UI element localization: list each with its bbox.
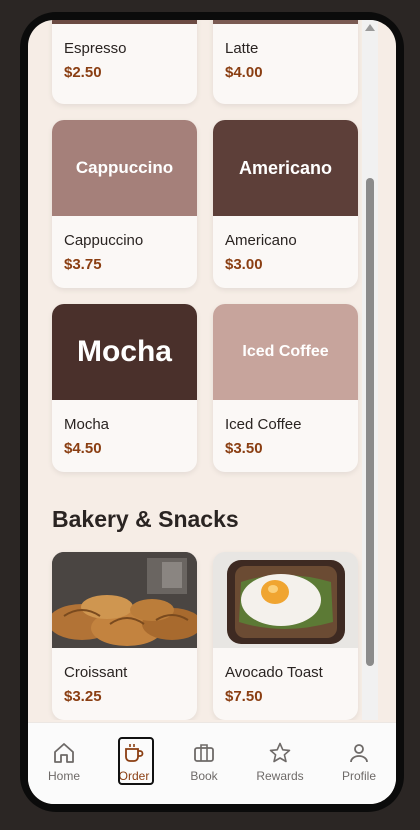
bottom-tab-bar: Home Order Book Rewards Profile (28, 722, 396, 804)
tab-label: Home (47, 769, 80, 783)
briefcase-icon (194, 744, 214, 762)
item-name: Espresso (64, 40, 127, 57)
thumbnail-label: Mocha (76, 335, 172, 368)
item-price: $3.50 (225, 440, 263, 457)
active-tab-focus-outline (118, 737, 154, 785)
menu-card-iced-coffee[interactable]: Iced Coffee Iced Coffee $3.50 (213, 304, 358, 472)
tab-label: Rewards (256, 769, 304, 783)
item-price: $3.00 (225, 256, 263, 273)
menu-card-mocha[interactable]: Mocha Mocha $4.50 (52, 304, 197, 472)
app-screen: Espresso $2.50 Latte $4.00 Cappuccino Ca… (28, 20, 396, 804)
item-price: $4.00 (225, 64, 263, 81)
menu-card-espresso[interactable]: Espresso $2.50 (52, 20, 197, 104)
mocha-thumbnail: Mocha (52, 304, 197, 400)
item-name: Croissant (64, 664, 128, 681)
menu-card-avocado-toast[interactable]: Avocado Toast $7.50 (213, 552, 358, 720)
tab-book[interactable]: Book (176, 739, 232, 791)
tab-label: Profile (341, 769, 376, 783)
menu-card-americano[interactable]: Americano Americano $3.00 (213, 120, 358, 288)
star-icon (269, 742, 291, 763)
thumbnail-label: Americano (238, 157, 333, 178)
menu-card-croissant[interactable]: Croissant $3.25 (52, 552, 197, 720)
item-name: Americano (225, 232, 297, 249)
tab-order[interactable]: Order (106, 737, 162, 791)
section-title-bakery: Bakery & Snacks (52, 506, 239, 532)
person-icon (350, 744, 368, 763)
thumbnail-label: Cappuccino (75, 158, 174, 177)
croissant-image (52, 552, 197, 648)
scroll-up-arrow-icon[interactable] (365, 24, 375, 31)
menu-card-cappuccino[interactable]: Cappuccino Cappuccino $3.75 (52, 120, 197, 288)
item-name: Mocha (64, 416, 110, 433)
tab-home[interactable]: Home (36, 739, 92, 791)
scrollbar[interactable] (362, 20, 378, 720)
croissant-photo (52, 552, 197, 648)
item-name: Avocado Toast (225, 664, 323, 681)
home-icon (54, 743, 74, 763)
item-name: Cappuccino (64, 232, 144, 249)
menu-card-latte[interactable]: Latte $4.00 (213, 20, 358, 104)
item-name: Latte (225, 40, 259, 57)
item-price: $2.50 (64, 64, 102, 81)
item-price: $3.25 (64, 688, 102, 705)
scrollbar-thumb[interactable] (366, 178, 374, 666)
avocado-toast-photo (213, 552, 358, 648)
item-price: $7.50 (225, 688, 263, 705)
avocado-toast-image (213, 552, 358, 648)
americano-thumbnail: Americano (213, 120, 358, 216)
iced-coffee-thumbnail: Iced Coffee (213, 304, 358, 400)
item-price: $3.75 (64, 256, 102, 273)
espresso-thumbnail (52, 20, 197, 24)
item-name: Iced Coffee (225, 416, 302, 433)
thumbnail-label: Iced Coffee (242, 343, 329, 360)
item-price: $4.50 (64, 440, 102, 457)
phone-frame: Espresso $2.50 Latte $4.00 Cappuccino Ca… (20, 12, 404, 812)
menu-list[interactable]: Espresso $2.50 Latte $4.00 Cappuccino Ca… (28, 20, 378, 720)
tab-rewards[interactable]: Rewards (252, 739, 308, 791)
tab-profile[interactable]: Profile (331, 739, 387, 791)
cappuccino-thumbnail: Cappuccino (52, 120, 197, 216)
tab-label: Book (190, 769, 218, 783)
latte-thumbnail (213, 20, 358, 24)
